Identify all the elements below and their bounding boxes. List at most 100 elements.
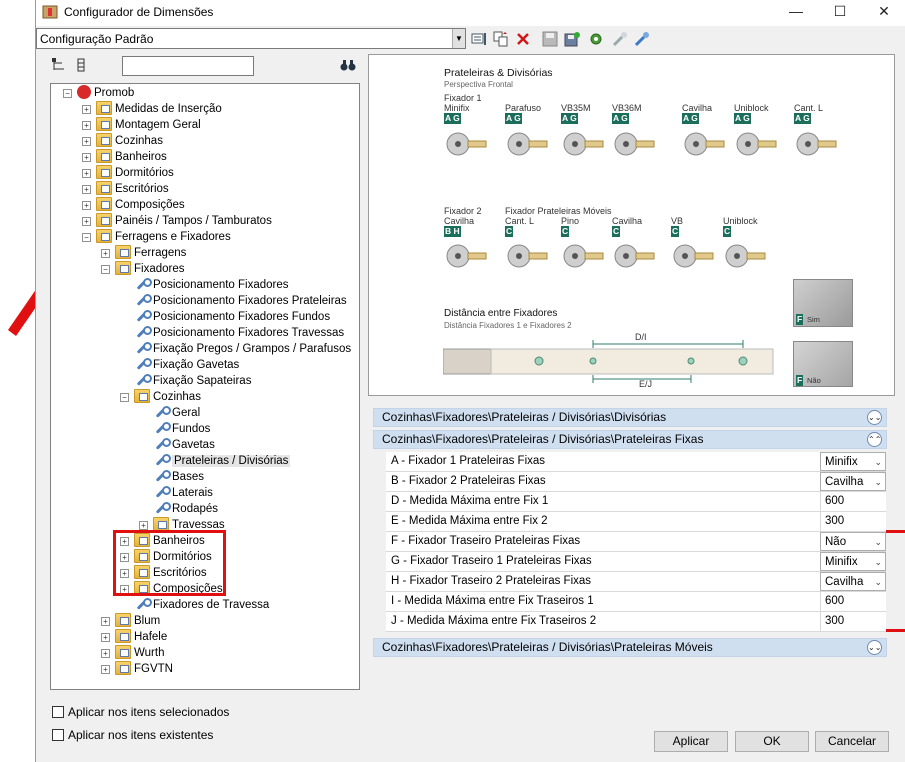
copy-config-icon[interactable]	[492, 30, 510, 48]
property-input[interactable]: 300	[820, 512, 886, 531]
tree-item[interactable]: Posicionamento Fixadores Travessas	[134, 325, 344, 341]
settings-icon[interactable]	[587, 30, 605, 48]
section-prateleiras-moveis[interactable]: Cozinhas\Fixadores\Prateleiras / Divisór…	[373, 638, 887, 657]
tree-item[interactable]: Fixação Gavetas	[134, 357, 239, 373]
expand-icon[interactable]: +	[101, 665, 110, 674]
tree-item[interactable]: + Cozinhas	[82, 133, 163, 149]
tree-item[interactable]: Posicionamento Fixadores Prateleiras	[134, 293, 347, 309]
chevron-double-down-icon[interactable]: ⌄⌄	[867, 640, 882, 655]
delete-icon[interactable]	[514, 30, 532, 48]
tree-item[interactable]: − Ferragens e Fixadores	[82, 229, 231, 245]
apply-existing-checkbox[interactable]	[52, 729, 64, 741]
import-icon[interactable]	[611, 30, 629, 48]
expand-icon[interactable]: +	[82, 217, 91, 226]
tree-item[interactable]: + Composições	[82, 197, 185, 213]
property-dropdown[interactable]: Minifix ⌄	[820, 552, 886, 571]
tree-item[interactable]: + Escritórios	[82, 181, 169, 197]
tree-item-promob[interactable]: − Promob	[63, 85, 134, 101]
close-button[interactable]: ✕	[862, 0, 905, 24]
tree-item[interactable]: + Medidas de Inserção	[82, 101, 222, 117]
tree-item[interactable]: Bases	[153, 469, 204, 485]
expand-icon[interactable]: +	[101, 617, 110, 626]
tree-item[interactable]: + Montagem Geral	[82, 117, 201, 133]
tree-item[interactable]: Posicionamento Fixadores	[134, 277, 289, 293]
collapse-icon[interactable]: −	[82, 233, 91, 242]
expand-icon[interactable]: +	[82, 153, 91, 162]
tree-item[interactable]: Geral	[153, 405, 200, 421]
maximize-button[interactable]: ☐	[818, 0, 862, 24]
chevron-down-icon[interactable]: ⌄	[874, 553, 882, 572]
tree-item[interactable]: Rodapés	[153, 501, 218, 517]
expand-icon[interactable]: +	[82, 105, 91, 114]
tree-search-input[interactable]	[122, 56, 254, 76]
tree-item[interactable]: Fixação Pregos / Grampos / Parafusos	[134, 341, 351, 357]
collapse-icon[interactable]: −	[101, 265, 110, 274]
property-dropdown[interactable]: Cavilha ⌄	[820, 572, 886, 591]
tree-item[interactable]: Fixação Sapateiras	[134, 373, 251, 389]
expand-all-icon[interactable]	[52, 58, 66, 75]
binoculars-search-icon[interactable]	[340, 58, 356, 75]
tree-item-label: Medidas de Inserção	[115, 103, 222, 115]
collapse-icon[interactable]: −	[120, 393, 129, 402]
property-label: G - Fixador Traseiro 1 Prateleiras Fixas	[391, 555, 592, 567]
expand-icon[interactable]: +	[82, 121, 91, 130]
cancel-button[interactable]: Cancelar	[815, 731, 889, 752]
tree-item[interactable]: + Hafele	[101, 629, 167, 645]
save-icon[interactable]	[541, 30, 559, 48]
chevron-down-icon[interactable]: ▼	[452, 29, 465, 48]
tree-item[interactable]: + Dormitórios	[82, 165, 174, 181]
collapse-icon[interactable]: −	[63, 89, 72, 98]
tree-item[interactable]: Fundos	[153, 421, 210, 437]
fixador2-label: Fixador 2	[444, 206, 482, 216]
properties-icon[interactable]	[470, 30, 488, 48]
tree-item[interactable]: Laterais	[153, 485, 213, 501]
property-dropdown[interactable]: Minifix ⌄	[820, 452, 886, 471]
expand-icon[interactable]: +	[101, 633, 110, 642]
configuration-select[interactable]: Configuração Padrão ▼	[36, 28, 466, 49]
chevron-double-up-icon[interactable]: ⌃⌃	[867, 432, 882, 447]
tree-item[interactable]: − Fixadores	[101, 261, 185, 277]
expand-icon[interactable]: +	[82, 201, 91, 210]
apply-selected-checkbox[interactable]	[52, 706, 64, 718]
property-dropdown[interactable]: Cavilha ⌄	[820, 472, 886, 491]
chevron-down-icon[interactable]: ⌄	[874, 453, 882, 472]
chevron-double-down-icon[interactable]: ⌄⌄	[867, 410, 882, 425]
export-icon[interactable]	[633, 30, 651, 48]
tree-item[interactable]: + Ferragens	[101, 245, 186, 261]
collapse-all-icon[interactable]	[76, 58, 86, 75]
expand-icon[interactable]: +	[101, 249, 110, 258]
tree-item[interactable]: Fixadores de Travessa	[134, 597, 269, 613]
configuration-tree[interactable]: − Promob + Medidas de Inserção + Montagem G…	[50, 83, 360, 690]
property-input[interactable]: 600	[820, 492, 886, 511]
section-prateleiras-fixas[interactable]: Cozinhas\Fixadores\Prateleiras / Divisór…	[373, 430, 887, 449]
tree-item[interactable]: + Blum	[101, 613, 160, 629]
expand-icon[interactable]: +	[82, 185, 91, 194]
tree-item[interactable]: − Cozinhas	[120, 389, 201, 405]
property-input[interactable]: 300	[820, 612, 886, 631]
save-as-icon[interactable]	[563, 30, 581, 48]
ok-button[interactable]: OK	[735, 731, 809, 752]
minimize-button[interactable]: —	[774, 0, 818, 24]
property-dropdown[interactable]: Não ⌄	[820, 532, 886, 551]
expand-icon[interactable]: +	[82, 137, 91, 146]
fixador1-label: Fixador 1	[444, 93, 482, 103]
tree-item-label: Painéis / Tampos / Tamburatos	[115, 215, 272, 227]
fixture-name: Cavilha	[444, 216, 475, 226]
expand-icon[interactable]: +	[101, 649, 110, 658]
tree-item[interactable]: + Wurth	[101, 645, 164, 661]
apply-button[interactable]: Aplicar	[654, 731, 728, 752]
tree-item[interactable]: + Banheiros	[82, 149, 167, 165]
chevron-down-icon[interactable]: ⌄	[874, 573, 882, 592]
tree-item[interactable]: Posicionamento Fixadores Fundos	[134, 309, 330, 325]
tree-item[interactable]: Gavetas	[153, 437, 215, 453]
expand-icon[interactable]: +	[139, 521, 148, 530]
tree-item[interactable]: + Painéis / Tampos / Tamburatos	[82, 213, 272, 229]
property-input[interactable]: 600	[820, 592, 886, 611]
section-divisorias[interactable]: Cozinhas\Fixadores\Prateleiras / Divisór…	[373, 408, 887, 427]
expand-icon[interactable]: +	[82, 169, 91, 178]
chevron-down-icon[interactable]: ⌄	[874, 473, 882, 492]
chevron-down-icon[interactable]: ⌄	[874, 533, 882, 552]
property-label: D - Medida Máxima entre Fix 1	[391, 495, 549, 507]
tree-item[interactable]: + FGVTN	[101, 661, 173, 677]
tree-item[interactable]: Prateleiras / Divisórias	[153, 453, 291, 469]
